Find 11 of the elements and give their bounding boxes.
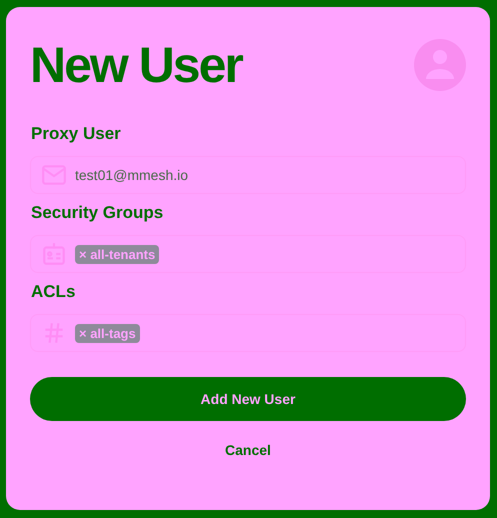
field-label: Proxy User (31, 124, 122, 144)
tag-chip[interactable]: × all-tags (75, 324, 140, 342)
input-field[interactable]: test01@mmesh.io (30, 156, 466, 194)
tag-input-field[interactable]: × all-tenants (30, 235, 466, 273)
page-title: New User (30, 36, 242, 95)
tag-input-field[interactable]: × all-tags (30, 314, 466, 352)
tag-chip[interactable]: × all-tenants (75, 244, 160, 264)
field-label: ACLs (31, 282, 76, 302)
add-user-button[interactable]: Add New User (30, 377, 466, 421)
cancel-button[interactable]: Cancel (219, 441, 277, 459)
field-label: Security Groups (31, 203, 164, 223)
